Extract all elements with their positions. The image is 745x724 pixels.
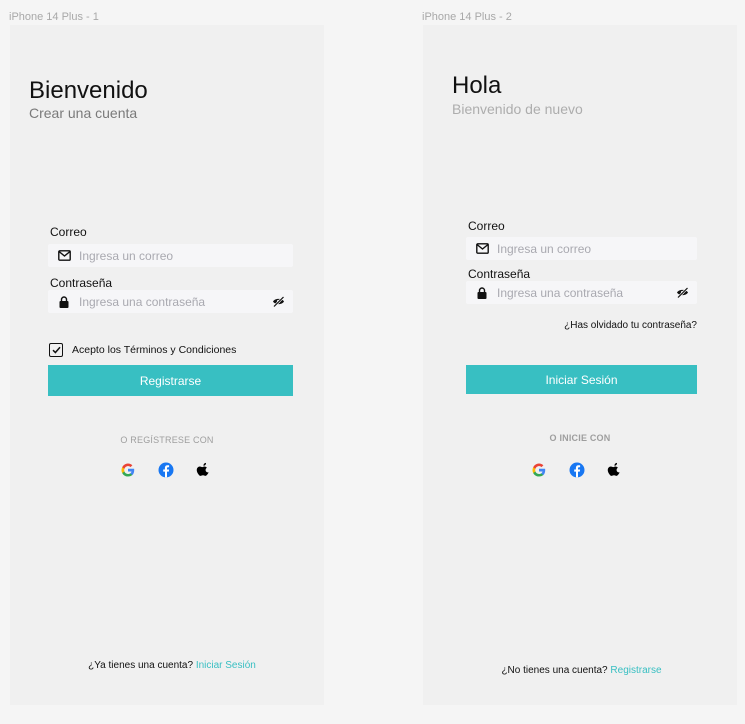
facebook-icon[interactable] <box>569 462 585 478</box>
login-link[interactable]: Iniciar Sesión <box>196 660 256 671</box>
page-title: Hola <box>452 72 502 99</box>
lock-icon <box>57 295 71 309</box>
frame-label-1: iPhone 14 Plus - 1 <box>9 11 99 23</box>
password-field[interactable]: Ingresa una contraseña <box>48 290 293 313</box>
eye-off-icon[interactable] <box>272 295 285 308</box>
login-button[interactable]: Iniciar Sesión <box>466 365 697 394</box>
google-icon[interactable] <box>531 462 547 478</box>
forgot-password-link[interactable]: ¿Has olvidado tu contraseña? <box>423 320 697 331</box>
terms-label: Acepto los Términos y Condiciones <box>72 344 237 356</box>
email-field[interactable]: Ingresa un correo <box>48 244 293 267</box>
footer: ¿Ya tienes una cuenta? Iniciar Sesión <box>10 660 334 671</box>
envelope-icon <box>475 242 489 256</box>
google-icon[interactable] <box>120 462 136 478</box>
facebook-icon[interactable] <box>158 462 174 478</box>
page-subtitle: Bienvenido de nuevo <box>452 101 583 117</box>
social-divider-label: O REGÍSTRESE CON <box>120 435 214 445</box>
register-screen: Bienvenido Crear una cuenta Correo Ingre… <box>10 25 324 705</box>
apple-icon[interactable] <box>196 461 212 477</box>
page-title: Bienvenido <box>29 77 148 104</box>
footer: ¿No tienes una cuenta? Registrarse <box>423 665 740 676</box>
social-divider-label: O INICIE CON <box>549 433 611 443</box>
password-placeholder: Ingresa una contraseña <box>79 294 206 309</box>
email-label: Correo <box>50 225 87 239</box>
lock-icon <box>475 286 489 300</box>
apple-icon[interactable] <box>607 461 623 477</box>
password-label: Contraseña <box>50 276 113 290</box>
terms-checkbox[interactable] <box>49 343 63 357</box>
register-button[interactable]: Registrarse <box>48 365 293 396</box>
email-label: Correo <box>468 219 505 233</box>
email-placeholder: Ingresa un correo <box>79 248 174 263</box>
email-placeholder: Ingresa un correo <box>497 241 592 256</box>
register-link[interactable]: Registrarse <box>610 665 661 676</box>
password-placeholder: Ingresa una contraseña <box>497 285 624 300</box>
frame-label-2: iPhone 14 Plus - 2 <box>422 11 512 23</box>
password-label: Contraseña <box>468 267 531 281</box>
password-field[interactable]: Ingresa una contraseña <box>466 281 697 304</box>
check-icon <box>51 346 61 354</box>
login-screen: Hola Bienvenido de nuevo Correo Ingresa … <box>423 25 737 705</box>
footer-text: ¿No tienes una cuenta? <box>501 665 608 676</box>
email-field[interactable]: Ingresa un correo <box>466 237 697 260</box>
page-subtitle: Crear una cuenta <box>29 105 138 121</box>
envelope-icon <box>57 249 71 263</box>
eye-off-icon[interactable] <box>676 286 689 299</box>
footer-text: ¿Ya tienes una cuenta? <box>88 660 194 671</box>
